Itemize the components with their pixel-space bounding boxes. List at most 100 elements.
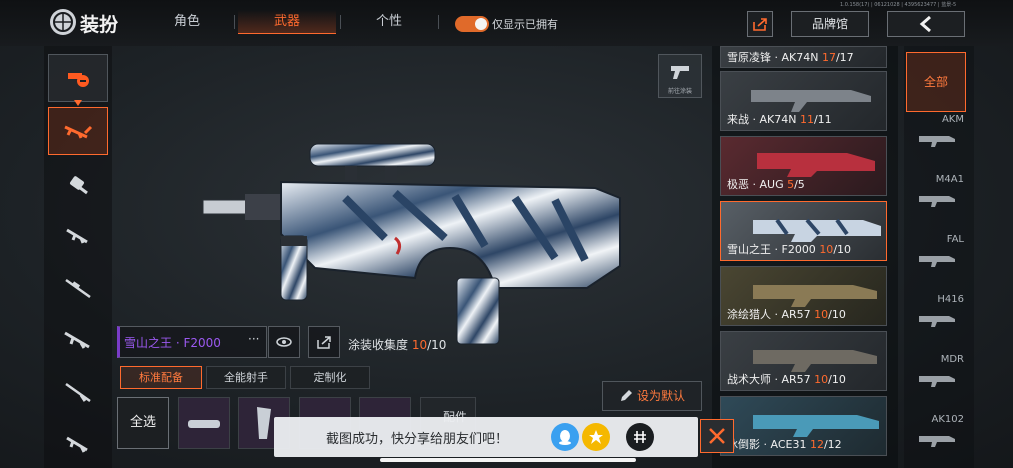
pistol-category[interactable] (48, 420, 108, 468)
model-label: M4A1 (935, 174, 964, 185)
skin-card[interactable]: 来战 · AK74N 11/11 (720, 71, 887, 131)
model-filter-m4a1[interactable]: M4A1 (906, 174, 968, 220)
tab-personality[interactable]: 个性 (360, 10, 418, 34)
scope-attachment-icon (188, 420, 220, 428)
set-default-label: 设为默认 (637, 389, 686, 403)
tab-weapon[interactable]: 武器 (238, 10, 336, 34)
ak102-icon (919, 436, 955, 447)
h416-icon (919, 316, 955, 327)
goto-paint-label: 前往涂装 (667, 88, 692, 95)
fal-icon (919, 256, 955, 267)
back-button[interactable] (887, 11, 965, 37)
qq-icon (559, 430, 571, 445)
aug-icon (757, 153, 875, 177)
attachment-slot[interactable] (178, 397, 230, 449)
set-default-button[interactable]: 设为默认 (602, 381, 702, 411)
brand-hall-button[interactable]: 品牌馆 (791, 11, 869, 37)
hashtag-icon (634, 431, 646, 443)
tab-divider (234, 15, 235, 29)
weapon-share-button[interactable] (308, 326, 340, 358)
model-filter-mdr[interactable]: MDR (906, 354, 968, 400)
f2000-icon (753, 218, 881, 242)
logo-icon (50, 9, 76, 35)
model-filter-fal[interactable]: FAL (906, 234, 968, 280)
model-label: AKM (941, 114, 964, 125)
collection-label: 涂装收集度 (348, 338, 409, 352)
smg-category[interactable] (48, 212, 108, 260)
rifle-category[interactable] (48, 316, 108, 364)
wardrobe-screen: 装扮 角色 武器 个性 仅显示已拥有 1.0.158(17) | 0612102… (0, 0, 1013, 468)
share-button[interactable] (747, 11, 773, 37)
tab-character[interactable]: 角色 (160, 10, 214, 34)
select-all-button[interactable]: 全选 (117, 397, 169, 449)
pistol-icon (66, 436, 88, 453)
tab-divider (340, 15, 341, 29)
shotgun-category[interactable] (48, 368, 108, 416)
ar57-icon (753, 285, 877, 307)
share-qq-button[interactable] (551, 423, 579, 451)
subtab-standard[interactable]: 标准配备 (120, 366, 202, 389)
weapon-preview-f2000[interactable] (195, 138, 630, 348)
rifle-icon (64, 331, 90, 349)
shotgun-icon (65, 382, 91, 402)
skin-card-label: 雪山之王 · F2000 10/10 (727, 243, 852, 256)
more-icon[interactable]: ··· (248, 332, 259, 346)
tab-divider (438, 15, 439, 29)
ak74n-icon (751, 90, 871, 112)
skin-card[interactable]: 雪原凌锋 · AK74N 17/17 (720, 46, 887, 68)
page-title: 装扮 (80, 14, 119, 36)
ar57-tactical-icon (753, 350, 877, 372)
smg-icon (66, 228, 88, 244)
model-label: FAL (946, 234, 964, 245)
skin-card[interactable]: 涂绘猎人 · AR57 10/10 (720, 266, 887, 326)
model-label: AK102 (931, 414, 965, 425)
back-arrow-icon (919, 16, 931, 32)
share-icon (753, 18, 767, 31)
preview-button[interactable] (268, 326, 300, 358)
goto-paint-button[interactable]: 前往涂装 (658, 54, 702, 98)
grenade-launcher-icon (70, 176, 88, 195)
share-icon (317, 336, 331, 349)
toast-close-button[interactable] (700, 419, 734, 453)
explosive-icon (68, 73, 89, 87)
eye-icon (276, 337, 292, 347)
model-label: MDR (940, 354, 964, 365)
skin-card-label: 战术大师 · AR57 10/10 (727, 373, 846, 386)
skin-card-selected[interactable]: 雪山之王 · F2000 10/10 (720, 201, 887, 261)
share-qzone-button[interactable] (582, 423, 610, 451)
collection-owned: 10 (411, 338, 428, 352)
assault-rifle-category[interactable] (48, 107, 108, 155)
paint-gun-icon (671, 66, 689, 79)
brush-icon (621, 390, 632, 401)
model-filter-h416[interactable]: H416 (906, 294, 968, 340)
skin-card-label: 雪原凌锋 · AK74N 17/17 (727, 51, 854, 64)
skin-card-label: 来战 · AK74N 11/11 (727, 113, 832, 126)
model-filter-all[interactable]: 全部 (906, 52, 966, 112)
version-info: 1.0.158(17) | 06121028 | 4395623477 | 蓝景… (840, 2, 957, 8)
collection-progress: 涂装收集度 10/10 (348, 336, 446, 353)
weapon-name-box: 雪山之王 · F2000 ··· (117, 326, 267, 358)
mdr-icon (919, 376, 955, 387)
grenade-launcher-category[interactable] (48, 161, 108, 209)
collection-total: /10 (427, 338, 447, 352)
skin-card[interactable]: 极恶 · AUG 5/5 (720, 136, 887, 196)
explosive-category[interactable] (48, 54, 108, 102)
skin-card-label: 冰倒影 · ACE31 12/12 (727, 438, 842, 451)
weapon-name: 雪山之王 · F2000 (124, 336, 221, 350)
skin-card-label: 极恶 · AUG 5/5 (727, 178, 805, 191)
qzone-star-icon (589, 430, 603, 444)
m4a1-icon (919, 196, 955, 207)
sniper-rifle-category[interactable] (48, 264, 108, 312)
model-filter-akm[interactable]: AKM (906, 114, 968, 160)
skin-card-label: 涂绘猎人 · AR57 10/10 (727, 308, 846, 321)
share-wechat-button[interactable] (626, 423, 654, 451)
owned-only-toggle[interactable] (455, 16, 489, 32)
skin-card[interactable]: 战术大师 · AR57 10/10 (720, 331, 887, 391)
sniper-rifle-icon (65, 278, 91, 298)
skin-card[interactable]: 冰倒影 · ACE31 12/12 (720, 396, 887, 456)
home-indicator (380, 458, 636, 462)
model-filter-ak102[interactable]: AK102 (906, 414, 968, 460)
subtab-allround[interactable]: 全能射手 (206, 366, 286, 389)
subtab-custom[interactable]: 定制化 (290, 366, 370, 389)
toast-message: 截图成功，快分享给朋友们吧！ (326, 432, 509, 447)
